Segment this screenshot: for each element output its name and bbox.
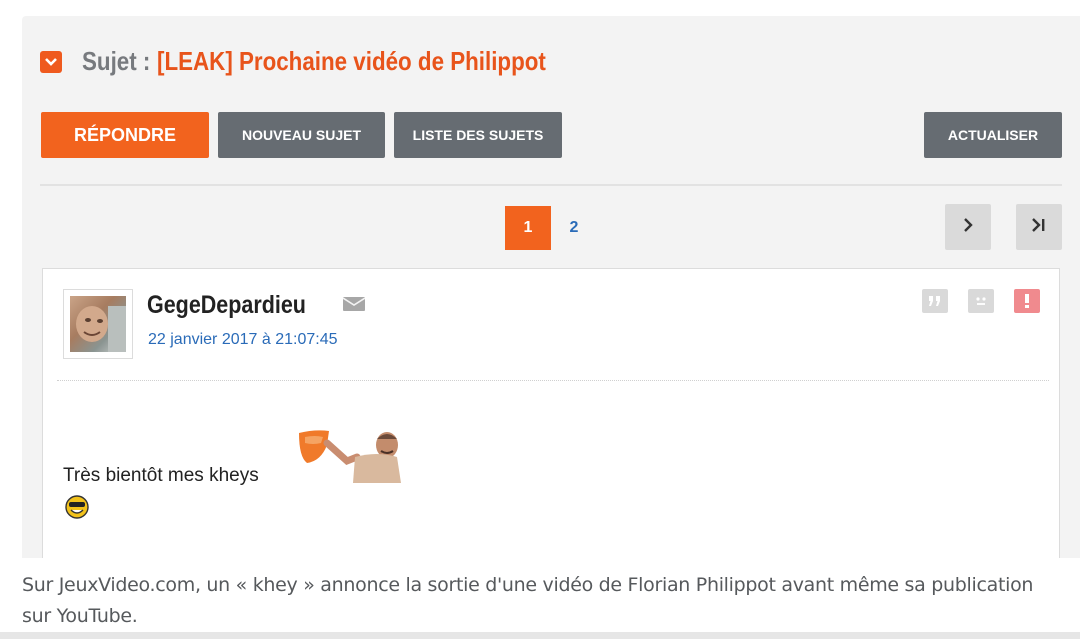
quote-icon[interactable]: [922, 289, 948, 313]
post-message: GegeDepardieu 22 janvier 2017 à 21:07:45…: [42, 268, 1060, 558]
topic-header: Sujet : [LEAK] Prochaine vidéo de Philip…: [40, 46, 610, 77]
image-caption: Sur JeuxVideo.com, un « khey » annonce l…: [22, 574, 1034, 627]
refresh-button[interactable]: ACTUALISER: [924, 112, 1062, 158]
bottom-strip: [0, 632, 1080, 639]
post-author[interactable]: GegeDepardieu: [147, 291, 306, 320]
private-message-icon[interactable]: [968, 289, 994, 313]
report-icon[interactable]: [1014, 289, 1040, 313]
topic-title: [LEAK] Prochaine vidéo de Philippot: [157, 46, 547, 76]
last-page-icon: [1031, 217, 1047, 238]
post-date[interactable]: 22 janvier 2017 à 21:07:45: [148, 331, 337, 349]
reply-button[interactable]: RÉPONDRE: [41, 112, 209, 158]
post-divider: [57, 380, 1049, 381]
page-link-2[interactable]: 2: [562, 206, 586, 250]
chevron-right-icon: [962, 217, 974, 238]
divider: [40, 184, 1062, 186]
topic-list-button[interactable]: LISTE DES SUJETS: [394, 112, 562, 158]
avatar[interactable]: [63, 289, 133, 359]
chevron-down-icon[interactable]: [40, 50, 62, 73]
last-page-button[interactable]: [1016, 204, 1062, 250]
mail-icon[interactable]: [342, 297, 366, 316]
sticker-image: [297, 427, 409, 487]
topic-prefix: Sujet :: [82, 46, 151, 76]
smiley-icon: [65, 495, 89, 524]
page-current: 1: [505, 206, 551, 250]
forum-topic-panel: Sujet : [LEAK] Prochaine vidéo de Philip…: [22, 16, 1080, 558]
new-topic-button[interactable]: NOUVEAU SUJET: [218, 112, 385, 158]
next-page-button[interactable]: [945, 204, 991, 250]
post-body-text: Très bientôt mes kheys: [63, 465, 259, 486]
